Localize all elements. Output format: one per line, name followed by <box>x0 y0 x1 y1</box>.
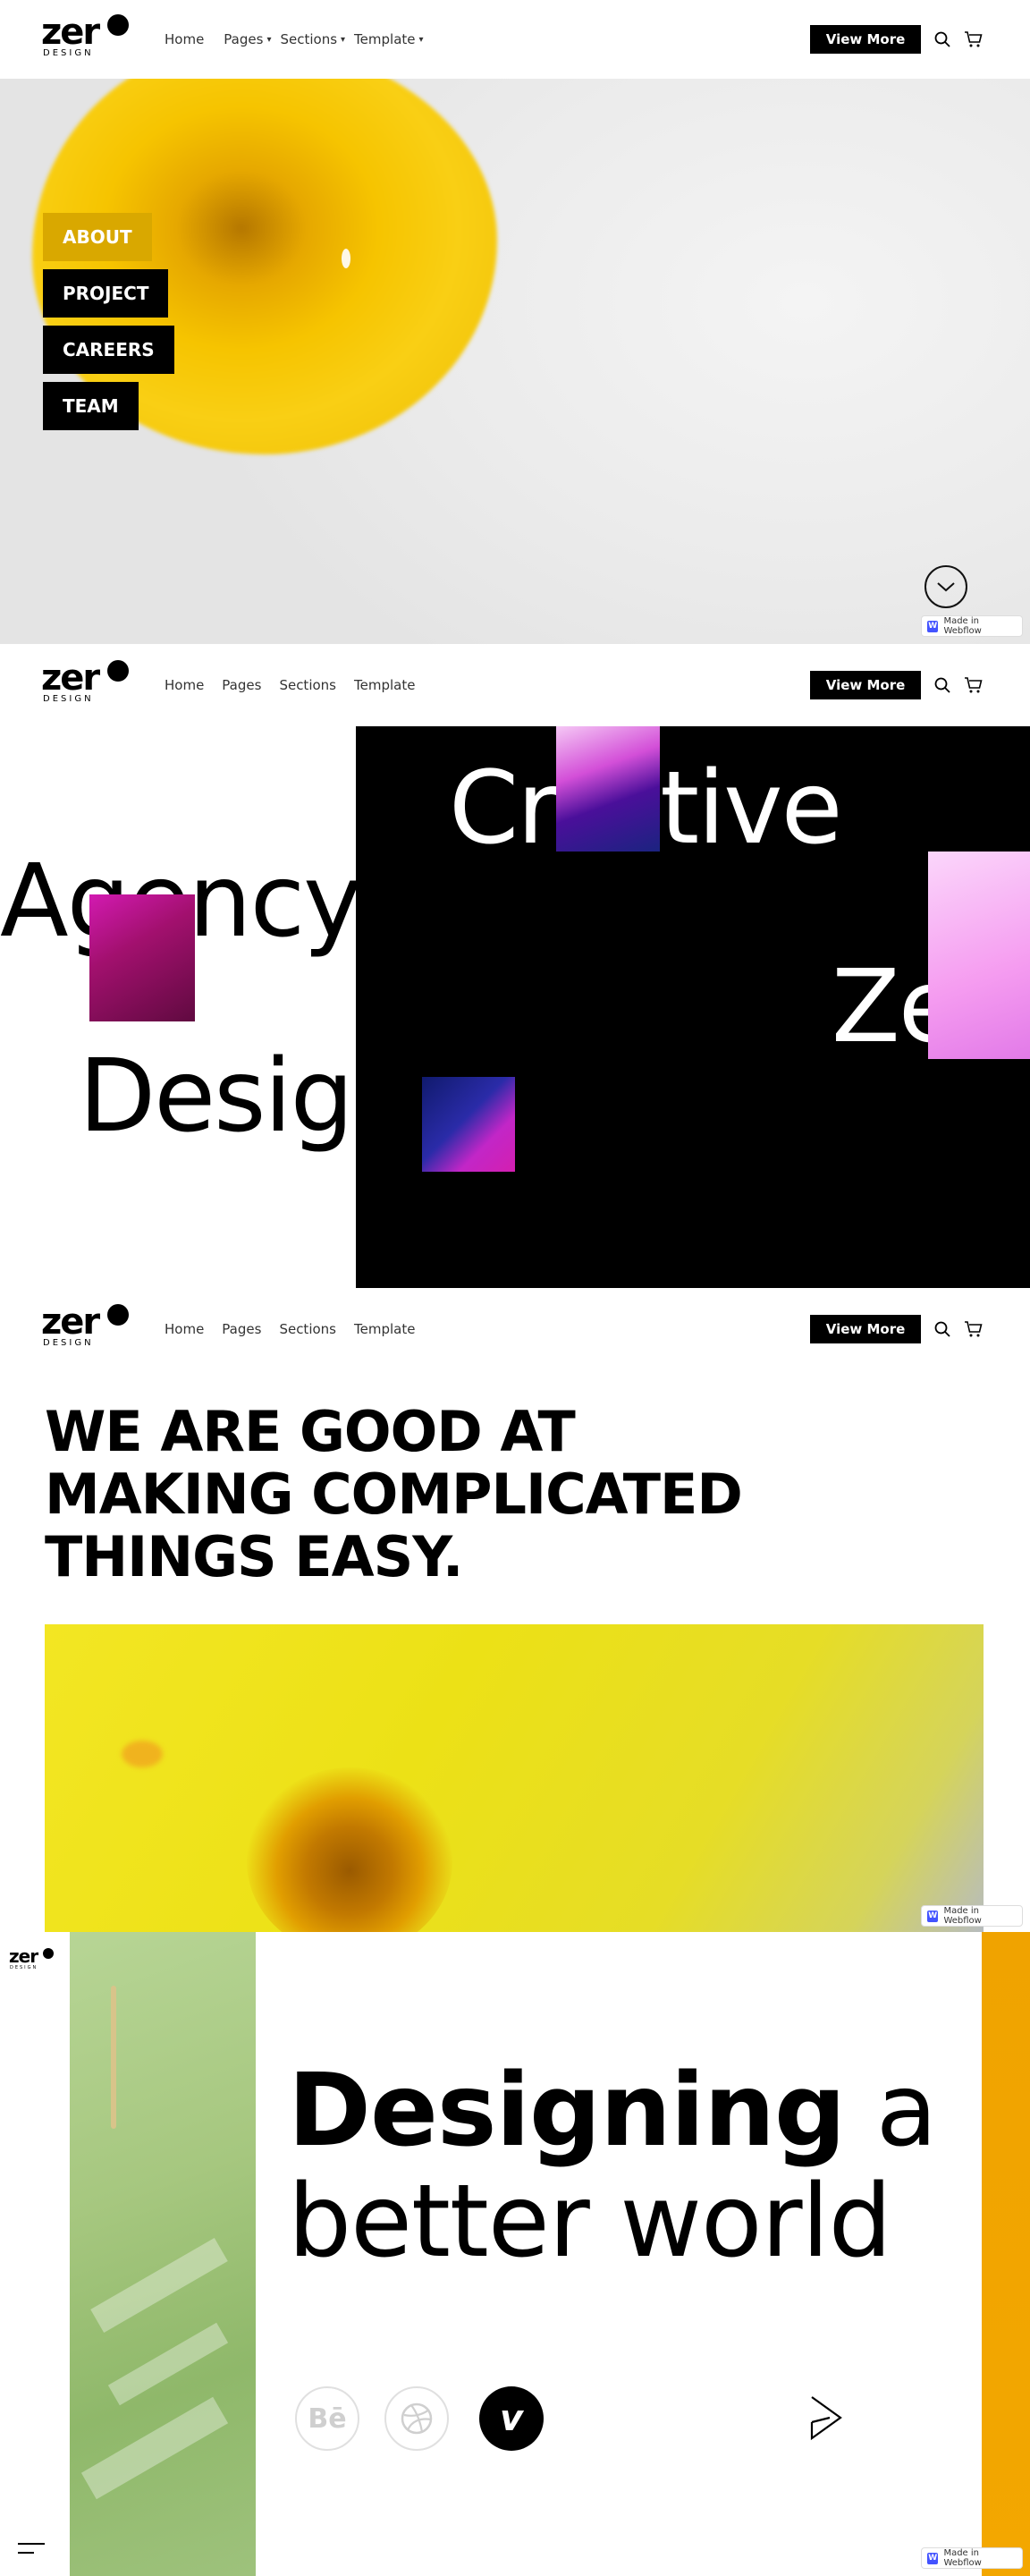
hero-image: ABOUT PROJECT CAREERS TEAM W Made in Web… <box>0 79 1030 644</box>
nav-sections[interactable]: Sections <box>279 1321 336 1337</box>
hamburger-menu-icon[interactable] <box>18 2542 45 2555</box>
vimeo-icon[interactable]: v <box>479 2386 544 2451</box>
search-icon[interactable] <box>933 30 951 48</box>
nav-sections[interactable]: Sections <box>279 677 336 693</box>
nav-pages[interactable]: Pages <box>222 1321 261 1337</box>
nav-home[interactable]: Home <box>165 31 204 47</box>
gradient-tile <box>556 726 660 852</box>
word-design: Design <box>79 1038 416 1155</box>
search-icon[interactable] <box>933 676 951 694</box>
top-navbar: zer DESIGN Home Pages Sections Template … <box>0 646 1030 724</box>
green-sculpture-image <box>70 1932 256 2576</box>
nav-sections-dropdown[interactable]: Sections ▾ <box>280 31 345 47</box>
top-navbar: zer DESIGN Home Pages ▾ Sections ▾ Templat… <box>0 0 1030 79</box>
chevron-down-icon <box>937 582 955 592</box>
view-more-button[interactable]: View More <box>810 25 921 54</box>
side-menu: ABOUT PROJECT CAREERS TEAM <box>43 213 174 430</box>
menu-item-team[interactable]: TEAM <box>43 382 139 430</box>
webflow-badge[interactable]: W Made in Webflow <box>921 2547 1023 2569</box>
designing-section: zer DESIGN Designing a better world <box>0 1932 1030 2576</box>
chevron-down-icon: ▾ <box>341 34 346 45</box>
nav-home[interactable]: Home <box>165 677 204 693</box>
yellow-liquid-image <box>45 1624 984 1932</box>
webflow-icon: W <box>927 620 939 632</box>
cart-icon[interactable] <box>964 1319 984 1339</box>
main-menu: Home Pages Sections Template <box>165 646 415 724</box>
gradient-tile <box>89 894 195 1021</box>
view-more-button[interactable]: View More <box>810 1315 921 1343</box>
section-title: Designing a better world <box>288 2053 937 2280</box>
scroll-down-button[interactable] <box>924 565 967 608</box>
chevron-down-icon: ▾ <box>266 34 272 45</box>
search-icon[interactable] <box>933 1320 951 1338</box>
chevron-down-icon: ▾ <box>418 34 424 45</box>
behance-icon[interactable]: Bē <box>295 2386 359 2451</box>
main-menu: Home Pages ▾ Sections ▾ Template ▾ <box>165 0 424 79</box>
dribbble-icon[interactable] <box>384 2386 449 2451</box>
logo[interactable]: zer DESIGN <box>9 1946 59 1973</box>
webflow-icon: W <box>927 2552 939 2564</box>
nav-template[interactable]: Template <box>354 1321 415 1337</box>
menu-item-about[interactable]: ABOUT <box>43 213 152 261</box>
cart-icon[interactable] <box>964 675 984 695</box>
nav-template[interactable]: Template <box>354 677 415 693</box>
main-menu: Home Pages Sections Template <box>165 1290 415 1368</box>
logo[interactable]: zer DESIGN <box>41 13 134 59</box>
cart-icon[interactable] <box>964 30 984 49</box>
orange-strip <box>982 1932 1030 2576</box>
nav-pages[interactable]: Pages <box>222 677 261 693</box>
nav-home[interactable]: Home <box>165 1321 204 1337</box>
view-more-button[interactable]: View More <box>810 671 921 699</box>
nav-pages-dropdown[interactable]: Pages ▾ <box>224 31 271 47</box>
section-headline: WE ARE GOOD AT MAKING COMPLICATED THINGS… <box>45 1399 743 1589</box>
menu-item-careers[interactable]: CAREERS <box>43 326 174 374</box>
webflow-icon: W <box>927 1910 939 1922</box>
top-navbar: zer DESIGN Home Pages Sections Template … <box>0 1290 1030 1368</box>
nav-template-dropdown[interactable]: Template ▾ <box>354 31 423 47</box>
gradient-tile <box>422 1077 515 1172</box>
gradient-tile <box>928 852 1030 1059</box>
webflow-badge[interactable]: W Made in Webflow <box>921 615 1023 637</box>
logo[interactable]: zer DESIGN <box>41 658 134 705</box>
webflow-badge[interactable]: W Made in Webflow <box>921 1905 1023 1927</box>
play-arrow-icon[interactable] <box>808 2394 844 2442</box>
menu-item-project[interactable]: PROJECT <box>43 269 169 318</box>
logo[interactable]: zer DESIGN <box>41 1302 134 1349</box>
